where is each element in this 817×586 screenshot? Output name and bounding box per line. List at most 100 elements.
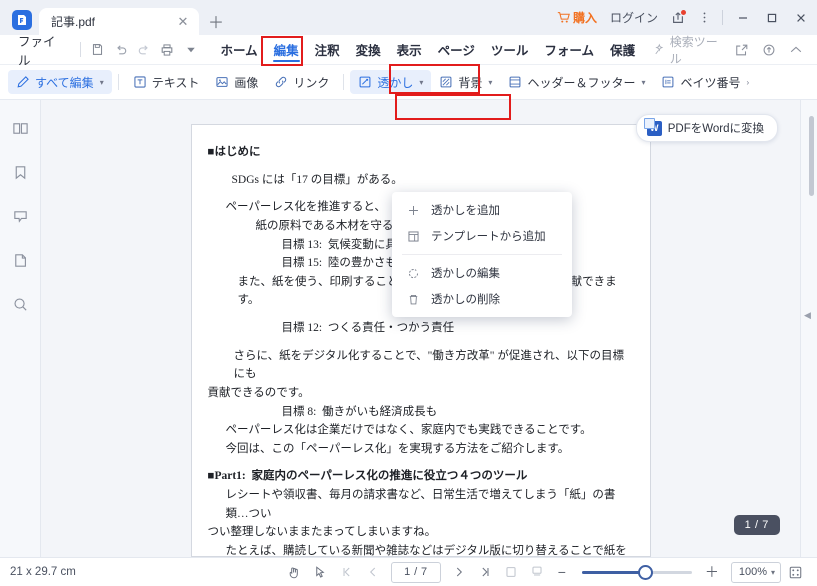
doc-line: ■はじめに	[208, 143, 634, 162]
cloud-upload-icon[interactable]	[755, 39, 782, 61]
zoom-level-select[interactable]: 100% ▾	[731, 562, 781, 583]
menu-item-delete-watermark[interactable]: 透かしの削除	[392, 286, 572, 312]
tab-tools[interactable]: ツール	[483, 35, 537, 64]
tab-convert[interactable]: 変換	[348, 35, 389, 64]
close-icon[interactable]: ✕	[175, 14, 191, 30]
slider-fill	[582, 571, 644, 574]
menu-tab-row: ファイル ホーム 編集 注釈 変換 表示 ページ ツール フォーム 保護	[0, 35, 817, 65]
login-button[interactable]: ログイン	[603, 9, 665, 26]
divider	[343, 74, 344, 90]
bookmark-icon[interactable]	[6, 158, 34, 186]
buy-button[interactable]: 購入	[551, 9, 603, 26]
share-icon[interactable]	[665, 5, 691, 31]
pdf-page: ■はじめにSDGs には「17 の目標」がある。ペーパーレス化を推進すると、紙の…	[191, 124, 651, 557]
document-tab-label: 記事.pdf	[51, 13, 175, 30]
ribbon-image[interactable]: 画像	[207, 70, 266, 94]
convert-to-word-label: PDFをWordに変換	[668, 120, 764, 136]
next-page-icon[interactable]	[447, 561, 471, 583]
hand-tool-icon[interactable]	[283, 561, 307, 583]
doc-line: 目標 8: 働きがいも経済成長も	[208, 403, 634, 422]
template-icon	[406, 230, 420, 243]
menu-item-add-watermark-label: 透かしを追加	[431, 202, 500, 218]
chevron-down-icon: ▾	[488, 78, 492, 87]
file-menu[interactable]: ファイル	[10, 31, 75, 69]
first-page-icon[interactable]	[335, 561, 359, 583]
new-tab-button[interactable]: ＋	[203, 9, 229, 33]
ribbon-watermark[interactable]: 透かし ▾	[350, 70, 431, 94]
ribbon-text[interactable]: テキスト	[125, 70, 208, 94]
select-tool-icon[interactable]	[309, 561, 333, 583]
maximize-button[interactable]	[757, 1, 786, 34]
ribbon-background[interactable]: 背景 ▾	[431, 70, 500, 94]
slider-knob[interactable]	[638, 565, 653, 580]
chevron-down-icon: ▾	[419, 78, 423, 87]
ribbon-header-footer-label: ヘッダー＆フッター	[527, 74, 635, 91]
ribbon-bates-number-label: ベイツ番号	[680, 74, 740, 91]
trash-icon	[406, 293, 420, 306]
ribbon-edit-all[interactable]: すべて編集 ▾	[8, 70, 112, 94]
divider	[722, 10, 723, 25]
divider	[402, 254, 562, 255]
chevron-down-icon: ▾	[100, 78, 104, 87]
search-tool-button[interactable]: 検索ツール	[653, 33, 728, 67]
tab-annotate[interactable]: 注釈	[307, 35, 348, 64]
comment-icon[interactable]	[6, 202, 34, 230]
menu-item-add-watermark[interactable]: 透かしを追加	[392, 197, 572, 223]
thumbnails-icon[interactable]	[6, 114, 34, 142]
page-number-input[interactable]: 1 / 7	[391, 562, 441, 583]
dropdown-caret-icon[interactable]	[179, 39, 202, 61]
tab-page[interactable]: ページ	[430, 35, 483, 64]
tab-form[interactable]: フォーム	[536, 35, 602, 64]
zoom-in-button[interactable]: ＋	[701, 561, 723, 583]
workspace: ▶ ■はじめにSDGs には「17 の目標」がある。ペーパーレス化を推進すると、…	[0, 100, 817, 557]
document-tab[interactable]: 記事.pdf ✕	[39, 8, 199, 35]
collapse-ribbon-icon[interactable]	[782, 39, 809, 61]
ribbon-background-label: 背景	[458, 74, 482, 91]
doc-line: ペーパーレス化は企業だけではなく、家庭内でも実践できることです。	[208, 421, 634, 440]
fit-page-icon[interactable]	[783, 561, 807, 583]
open-external-icon[interactable]	[728, 39, 755, 61]
redo-icon[interactable]	[132, 39, 155, 61]
prev-page-icon[interactable]	[361, 561, 385, 583]
continuous-view-icon[interactable]	[525, 561, 549, 583]
ribbon-link[interactable]: リンク	[266, 70, 337, 94]
search-icon[interactable]	[6, 290, 34, 318]
minimize-button[interactable]	[728, 1, 757, 34]
print-icon[interactable]	[156, 39, 179, 61]
attachment-icon[interactable]	[6, 246, 34, 274]
menu-right-icons	[728, 39, 817, 61]
tab-edit[interactable]: 編集	[266, 35, 307, 64]
status-controls: 1 / 7 − ＋ 100% ▾	[283, 561, 807, 583]
document-viewport[interactable]: ■はじめにSDGs には「17 の目標」がある。ペーパーレス化を推進すると、紙の…	[41, 100, 800, 557]
menu-item-edit-watermark[interactable]: 透かしの編集	[392, 260, 572, 286]
buy-label: 購入	[573, 9, 597, 26]
doc-line: さらに、紙をデジタル化することで、"働き方改革" が促進され、以下の目標にも	[208, 347, 634, 384]
ribbon-link-label: リンク	[293, 74, 329, 91]
divider	[118, 74, 119, 90]
menu-item-add-from-template[interactable]: テンプレートから追加	[392, 223, 572, 249]
undo-icon[interactable]	[109, 39, 132, 61]
zoom-slider[interactable]	[582, 565, 692, 579]
refresh-edit-icon	[406, 267, 420, 280]
convert-to-word-button[interactable]: W PDFをWordに変換	[636, 114, 778, 142]
expand-left-icon[interactable]: ◀	[804, 310, 811, 321]
tab-protect[interactable]: 保護	[602, 35, 643, 64]
vertical-scrollbar[interactable]	[809, 116, 814, 196]
page-size-label: 21 x 29.7 cm	[10, 566, 76, 578]
text-box-icon	[133, 75, 147, 89]
close-window-button[interactable]	[786, 1, 815, 34]
doc-line	[208, 162, 634, 171]
ribbon-bates-number[interactable]: ベイツ番号 ›	[653, 70, 757, 94]
plus-icon	[406, 204, 420, 217]
zoom-out-button[interactable]: −	[551, 561, 573, 583]
save-icon[interactable]	[86, 39, 109, 61]
chevron-down-icon: ▾	[641, 78, 645, 87]
tab-view[interactable]: 表示	[389, 35, 430, 64]
last-page-icon[interactable]	[473, 561, 497, 583]
kebab-menu-icon[interactable]	[691, 5, 717, 31]
watermark-dropdown-menu: 透かしを追加 テンプレートから追加 透かしの編集 透かしの削除	[392, 192, 572, 317]
ribbon-header-footer[interactable]: ヘッダー＆フッター ▾	[500, 70, 653, 94]
single-page-view-icon[interactable]	[499, 561, 523, 583]
tab-home[interactable]: ホーム	[212, 35, 265, 64]
doc-line	[208, 338, 634, 347]
